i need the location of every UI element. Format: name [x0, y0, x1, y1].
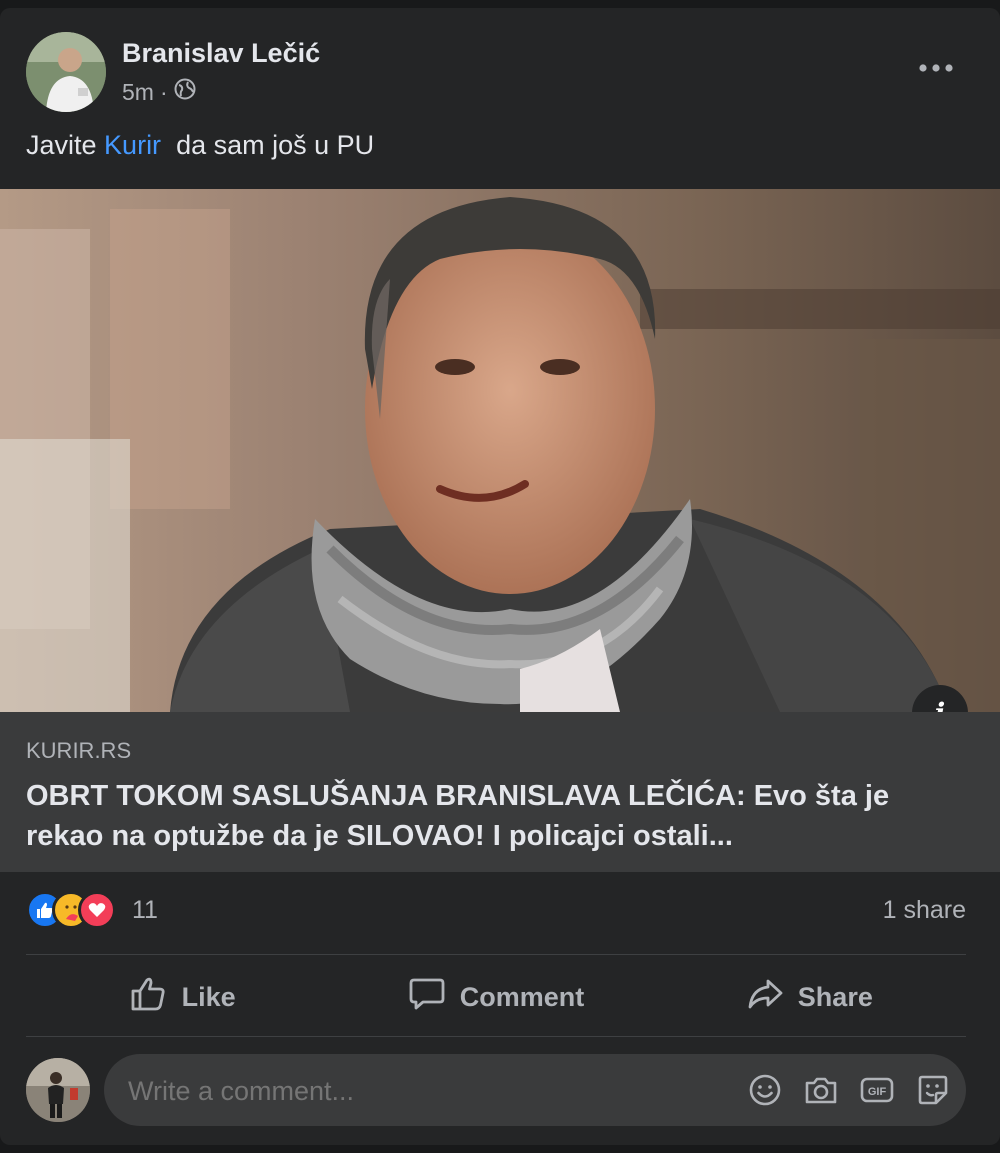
- current-user-avatar[interactable]: [26, 1058, 90, 1122]
- post-timestamp[interactable]: 5m: [122, 79, 154, 106]
- meta-separator: ·: [159, 78, 168, 105]
- post-meta: 5m ·: [122, 78, 196, 106]
- comment-composer: GIF: [26, 1054, 966, 1128]
- globe-icon[interactable]: [174, 78, 196, 106]
- like-button[interactable]: Like: [26, 958, 339, 1036]
- author-avatar[interactable]: [26, 32, 106, 112]
- post-card: Branislav Lečić 5m · Javite Kurir da sam…: [0, 8, 1000, 1145]
- share-label: Share: [797, 981, 873, 1012]
- divider-bottom: [26, 1036, 966, 1037]
- post-header: Branislav Lečić 5m ·: [26, 32, 974, 112]
- post-text: Javite Kurir da sam još u PU: [26, 130, 374, 161]
- composer-icons: GIF: [746, 1068, 952, 1112]
- reaction-count: 11: [132, 895, 158, 924]
- comment-label: Comment: [459, 981, 585, 1012]
- link-preview-image[interactable]: [0, 189, 1000, 712]
- like-label: Like: [181, 981, 236, 1012]
- emoji-icon[interactable]: [746, 1068, 784, 1112]
- share-count[interactable]: 1 share: [883, 896, 966, 925]
- thumbs-up-icon: [130, 976, 168, 1019]
- share-arrow-icon: [746, 976, 784, 1019]
- more-options-icon[interactable]: [910, 48, 962, 88]
- divider-top: [26, 954, 966, 955]
- comment-icon: [408, 976, 446, 1019]
- author-name[interactable]: Branislav Lečić: [122, 38, 320, 69]
- link-preview-meta[interactable]: KURIR.RS OBRT TOKOM SASLUŠANJA BRANISLAV…: [0, 712, 1000, 872]
- sticker-icon[interactable]: [914, 1068, 952, 1112]
- link-domain: KURIR.RS: [26, 738, 132, 763]
- love-reaction-icon: [78, 891, 116, 929]
- reactions-summary[interactable]: 11: [26, 888, 158, 932]
- mention-link[interactable]: Kurir: [104, 130, 161, 160]
- post-text-after: da sam još u PU: [161, 130, 375, 160]
- comment-box: GIF: [104, 1054, 966, 1128]
- share-button[interactable]: Share: [653, 958, 966, 1036]
- comment-button[interactable]: Comment: [339, 958, 652, 1036]
- link-headline: OBRT TOKOM SASLUŠANJA BRANISLAVA LEČIĆA:…: [26, 780, 890, 852]
- post-text-before: Javite: [26, 130, 105, 160]
- gif-icon[interactable]: GIF: [858, 1068, 896, 1112]
- camera-icon[interactable]: [802, 1068, 840, 1112]
- svg-text:GIF: GIF: [868, 1086, 887, 1098]
- action-bar: Like Comment Share: [26, 958, 966, 1036]
- comment-input[interactable]: [126, 1054, 690, 1128]
